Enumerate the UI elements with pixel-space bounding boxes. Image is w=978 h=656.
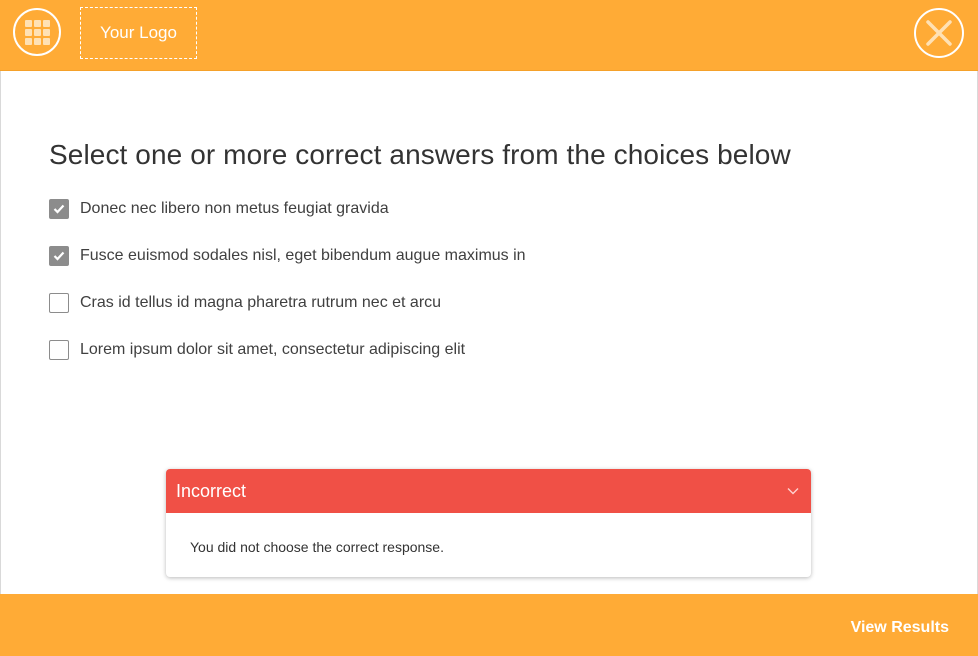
logo: Your Logo (80, 7, 197, 59)
close-button[interactable] (914, 8, 964, 58)
feedback-header[interactable]: Incorrect (166, 469, 811, 513)
checkmark-icon (53, 251, 65, 261)
choice-item[interactable]: Donec nec libero non metus feugiat gravi… (49, 198, 526, 219)
choice-label: Fusce euismod sodales nisl, eget bibendu… (80, 246, 526, 264)
close-icon (926, 20, 952, 46)
question-prompt: Select one or more correct answers from … (49, 139, 791, 170)
view-results-button[interactable]: View Results (851, 619, 949, 637)
checkbox[interactable] (49, 198, 69, 219)
choice-item[interactable]: Cras id tellus id magna pharetra rutrum … (49, 292, 526, 313)
feedback-message: You did not choose the correct response. (190, 539, 444, 555)
choice-list: Donec nec libero non metus feugiat gravi… (49, 198, 526, 386)
choice-item[interactable]: Fusce euismod sodales nisl, eget bibendu… (49, 245, 526, 266)
choice-label: Lorem ipsum dolor sit amet, consectetur … (80, 340, 466, 358)
bottom-bar: View Results (0, 594, 978, 656)
choice-label: Cras id tellus id magna pharetra rutrum … (80, 293, 442, 311)
feedback-panel: Incorrect You did not choose the correct… (166, 469, 811, 577)
choice-label: Donec nec libero non metus feugiat gravi… (80, 199, 389, 217)
checkbox[interactable] (49, 245, 69, 266)
checkbox[interactable] (49, 339, 69, 360)
chevron-down-icon[interactable] (787, 487, 799, 495)
checkbox[interactable] (49, 292, 69, 313)
top-bar: Your Logo (0, 0, 978, 71)
choice-item[interactable]: Lorem ipsum dolor sit amet, consectetur … (49, 339, 526, 360)
grid-icon (24, 19, 50, 45)
feedback-title: Incorrect (176, 480, 247, 501)
menu-button[interactable] (13, 8, 61, 56)
checkmark-icon (53, 204, 65, 214)
